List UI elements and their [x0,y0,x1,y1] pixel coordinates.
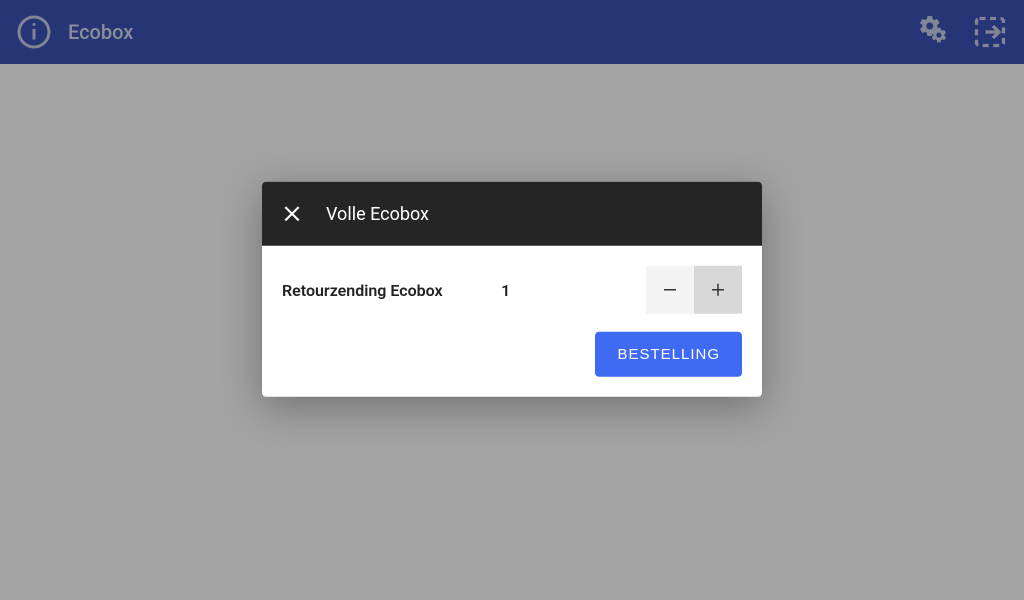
quantity-value: 1 [491,280,521,299]
minus-icon [661,281,679,299]
dialog-title: Volle Ecobox [326,203,429,224]
dialog-footer: Bestelling [282,332,742,377]
quantity-stepper [646,266,742,314]
row-label: Retourzending Ecobox [282,280,443,299]
plus-icon [709,281,727,299]
close-icon[interactable] [282,204,302,224]
order-dialog: Volle Ecobox Retourzending Ecobox 1 Best… [262,182,762,397]
decrement-button[interactable] [646,266,694,314]
increment-button[interactable] [694,266,742,314]
quantity-row: Retourzending Ecobox 1 [282,266,742,314]
dialog-body: Retourzending Ecobox 1 Bestelling [262,246,762,397]
submit-button[interactable]: Bestelling [595,332,742,377]
dialog-header: Volle Ecobox [262,182,762,246]
